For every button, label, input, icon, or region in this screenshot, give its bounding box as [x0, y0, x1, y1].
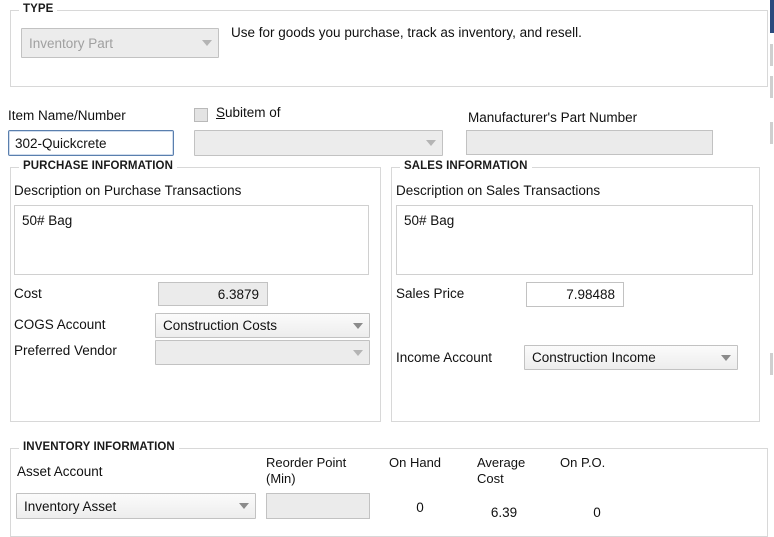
purchase-description-value: 50# Bag [22, 213, 72, 228]
sales-price-value: 7.98488 [566, 287, 615, 302]
average-cost-label-line2: Cost [477, 471, 504, 486]
purchase-description-label: Description on Purchase Transactions [14, 183, 241, 198]
preferred-vendor-dropdown[interactable] [155, 340, 370, 365]
income-account-value: Construction Income [532, 350, 715, 365]
item-name-input[interactable]: 302-Quickcrete [8, 130, 174, 156]
chevron-down-icon [420, 131, 442, 155]
cogs-account-value: Construction Costs [163, 318, 347, 333]
reorder-point-input[interactable] [266, 493, 370, 519]
sales-description-label: Description on Sales Transactions [396, 183, 600, 198]
cogs-account-dropdown[interactable]: Construction Costs [155, 313, 370, 338]
item-name-label: Item Name/Number [8, 108, 126, 123]
average-cost-value: 6.39 [469, 505, 539, 520]
on-po-label: On P.O. [560, 455, 605, 470]
reorder-point-label-line2: (Min) [266, 471, 296, 486]
chevron-down-icon [196, 29, 218, 57]
on-po-value: 0 [566, 505, 628, 520]
purchase-description-textarea[interactable]: 50# Bag [14, 205, 369, 275]
offscreen-button-edge-1[interactable] [770, 44, 773, 66]
offscreen-button-edge-3[interactable] [770, 122, 773, 144]
item-type-value: Inventory Part [29, 36, 196, 51]
type-group-title: TYPE [19, 3, 57, 15]
sales-group-title: SALES INFORMATION [400, 160, 532, 172]
type-description: Use for goods you purchase, track as inv… [231, 25, 582, 40]
cogs-account-label: COGS Account [14, 317, 106, 332]
chevron-down-icon [233, 494, 255, 518]
preferred-vendor-label: Preferred Vendor [14, 343, 117, 358]
purchase-group-title: PURCHASE INFORMATION [19, 160, 177, 172]
item-type-dropdown[interactable]: Inventory Part [21, 28, 219, 58]
on-hand-value: 0 [389, 500, 451, 515]
asset-account-dropdown[interactable]: Inventory Asset [16, 493, 256, 519]
offscreen-primary-button-edge[interactable] [770, 0, 774, 33]
asset-account-value: Inventory Asset [24, 499, 233, 514]
inventory-item-form: TYPE Inventory Part Use for goods you pu… [0, 0, 774, 537]
sales-price-input[interactable]: 7.98488 [526, 282, 624, 307]
manufacturer-part-input[interactable] [466, 130, 713, 155]
subitem-accel-char: S [216, 105, 225, 120]
chevron-down-icon [347, 314, 369, 337]
asset-account-label: Asset Account [17, 464, 103, 479]
subitem-label-rest: ubitem of [225, 105, 281, 120]
chevron-down-icon [347, 341, 369, 364]
offscreen-button-edge-4[interactable] [770, 353, 773, 375]
sales-price-label: Sales Price [396, 286, 464, 301]
sales-description-textarea[interactable]: 50# Bag [396, 205, 753, 275]
inventory-group-title: INVENTORY INFORMATION [19, 441, 179, 453]
average-cost-label-line1: Average [477, 455, 525, 470]
cost-label: Cost [14, 286, 42, 301]
on-hand-label: On Hand [389, 455, 441, 470]
income-account-label: Income Account [396, 350, 492, 365]
cost-input[interactable]: 6.3879 [158, 282, 268, 306]
manufacturer-part-label: Manufacturer's Part Number [468, 110, 637, 125]
chevron-down-icon [715, 346, 737, 369]
subitem-parent-dropdown[interactable] [194, 130, 443, 156]
income-account-dropdown[interactable]: Construction Income [524, 345, 738, 370]
sales-description-value: 50# Bag [404, 213, 454, 228]
item-name-value: 302-Quickcrete [15, 136, 107, 151]
reorder-point-label-line1: Reorder Point [266, 455, 346, 470]
offscreen-button-edge-2[interactable] [770, 76, 773, 98]
cost-value: 6.3879 [218, 287, 259, 302]
subitem-label: Subitem of [216, 105, 281, 120]
subitem-checkbox[interactable] [194, 108, 208, 122]
